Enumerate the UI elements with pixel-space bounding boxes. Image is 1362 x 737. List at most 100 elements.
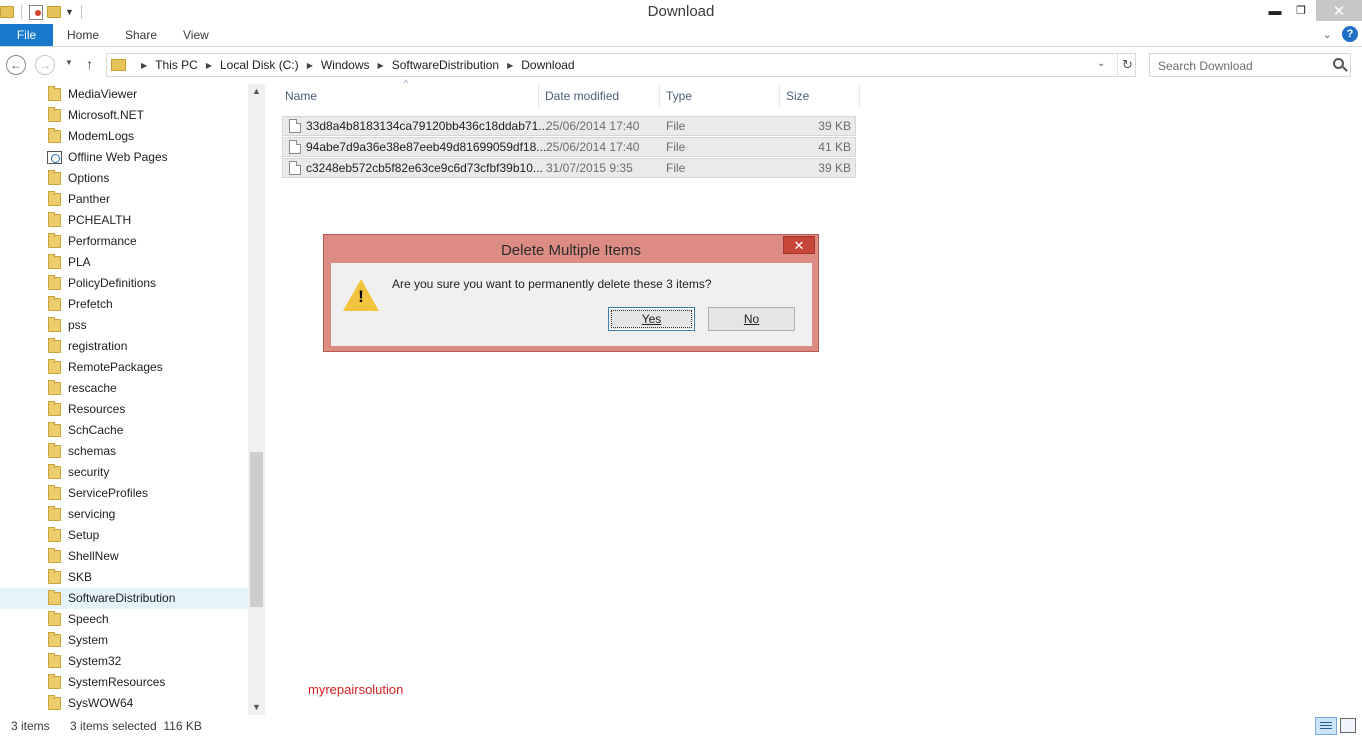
scrollbar-thumb[interactable] xyxy=(250,452,263,607)
sidebar-item-label: Resources xyxy=(68,402,126,416)
sidebar-item[interactable]: RemotePackages xyxy=(0,357,248,378)
chevron-right-icon[interactable]: ▶ xyxy=(507,61,513,70)
column-header-name[interactable]: Name xyxy=(280,84,539,108)
large-icons-view-icon[interactable] xyxy=(1340,718,1356,733)
folder-icon xyxy=(48,191,61,206)
sidebar-item[interactable]: SchCache xyxy=(0,420,248,441)
expand-ribbon-icon[interactable]: ⌄ xyxy=(1323,28,1332,41)
back-button[interactable]: ← xyxy=(6,55,26,75)
chevron-right-icon[interactable]: ▶ xyxy=(307,61,313,70)
sidebar-item[interactable]: Speech xyxy=(0,609,248,630)
sidebar-item[interactable]: ShellNew xyxy=(0,546,248,567)
sidebar-item[interactable]: PLA xyxy=(0,252,248,273)
sidebar-item-label: servicing xyxy=(68,507,116,521)
sidebar-item[interactable]: registration xyxy=(0,336,248,357)
sidebar-item[interactable]: Options xyxy=(0,168,248,189)
sidebar-item[interactable]: SKB xyxy=(0,567,248,588)
nav-scrollbar[interactable]: ▲ ▼ xyxy=(248,84,265,715)
chevron-down-icon[interactable]: ⌄ xyxy=(1097,58,1105,69)
sidebar-item[interactable]: Prefetch xyxy=(0,294,248,315)
close-window-button[interactable]: ✕ xyxy=(1316,0,1362,21)
sidebar-item[interactable]: Resources xyxy=(0,399,248,420)
table-row[interactable]: 33d8a4b8183134ca79120bb436c18ddab71... 2… xyxy=(282,116,856,136)
dialog-title: Delete Multiple Items xyxy=(500,242,642,259)
crumb-local-disk[interactable]: Local Disk (C:) xyxy=(220,58,299,72)
sidebar-item[interactable]: Offline Web Pages xyxy=(0,147,248,168)
sidebar-item[interactable]: SysWOW64 xyxy=(0,693,248,714)
sidebar-item[interactable]: SoftwareDistribution xyxy=(0,588,248,609)
scroll-down-icon[interactable]: ▼ xyxy=(252,702,261,712)
dialog-close-button[interactable]: ✕ xyxy=(783,236,815,254)
recent-locations-icon[interactable]: ▼ xyxy=(65,58,73,67)
tab-share[interactable]: Share xyxy=(125,24,157,46)
search-placeholder: Search Download xyxy=(1158,59,1253,73)
sidebar-item[interactable]: ServiceProfiles xyxy=(0,483,248,504)
folder-icon xyxy=(48,443,61,458)
address-bar[interactable]: ▶ This PC ▶ Local Disk (C:) ▶ Windows ▶ … xyxy=(106,53,1136,77)
sidebar-item[interactable]: System32 xyxy=(0,651,248,672)
title-bar: ▼ Download ▬ ❐ ✕ xyxy=(0,0,1362,24)
table-row[interactable]: 94abe7d9a36e38e87eeb49d81699059df18... 2… xyxy=(282,137,856,157)
sidebar-item[interactable]: rescache xyxy=(0,378,248,399)
sidebar-item[interactable]: Setup xyxy=(0,525,248,546)
sidebar-item-label: rescache xyxy=(68,381,117,395)
column-header-type[interactable]: Type xyxy=(661,84,780,108)
chevron-right-icon[interactable]: ▶ xyxy=(206,61,212,70)
tab-home[interactable]: Home xyxy=(67,24,99,46)
sidebar-item-label: MediaViewer xyxy=(68,87,138,101)
sidebar-item-label: Microsoft.NET xyxy=(68,108,145,122)
sidebar-item[interactable]: PolicyDefinitions xyxy=(0,273,248,294)
table-row[interactable]: c3248eb572cb5f82e63ce9c6d73cfbf39b10... … xyxy=(282,158,856,178)
column-header-size[interactable]: Size xyxy=(781,84,860,108)
file-date: 31/07/2015 9:35 xyxy=(546,161,633,175)
sidebar-item[interactable]: Performance xyxy=(0,231,248,252)
file-size: 39 KB xyxy=(818,161,851,175)
forward-button[interactable]: → xyxy=(35,55,55,75)
scroll-up-icon[interactable]: ▲ xyxy=(252,86,261,96)
sidebar-item[interactable]: security xyxy=(0,462,248,483)
folder-icon xyxy=(48,548,61,563)
folder-icon xyxy=(48,128,61,143)
crumb-windows[interactable]: Windows xyxy=(321,58,370,72)
search-icon[interactable] xyxy=(1333,58,1344,69)
sidebar-item[interactable]: ModemLogs xyxy=(0,126,248,147)
chevron-right-icon[interactable]: ▶ xyxy=(378,61,384,70)
restore-button[interactable]: ❐ xyxy=(1290,0,1312,21)
crumb-this-pc[interactable]: This PC xyxy=(155,58,198,72)
no-button[interactable]: No xyxy=(708,307,795,331)
folder-icon xyxy=(48,653,61,668)
sidebar-item-label: ModemLogs xyxy=(68,129,135,143)
crumb-download[interactable]: Download xyxy=(521,58,574,72)
folder-icon xyxy=(48,338,61,353)
sidebar-item[interactable]: SystemResources xyxy=(0,672,248,693)
sidebar-item[interactable]: MediaViewer xyxy=(0,84,248,105)
details-view-icon[interactable] xyxy=(1315,717,1337,735)
sidebar-item[interactable]: Panther xyxy=(0,189,248,210)
refresh-icon[interactable]: ↻ xyxy=(1117,54,1137,76)
sidebar-item[interactable]: servicing xyxy=(0,504,248,525)
yes-button[interactable]: Yes xyxy=(608,307,695,331)
folder-icon xyxy=(48,674,61,689)
watermark-text: myrepairsolution xyxy=(308,682,404,697)
sidebar-item[interactable]: pss xyxy=(0,315,248,336)
sidebar-item-label: Offline Web Pages xyxy=(68,150,168,164)
address-row: ← → ▼ ↑ ▶ This PC ▶ Local Disk (C:) ▶ Wi… xyxy=(0,51,1362,79)
sidebar-item[interactable]: schemas xyxy=(0,441,248,462)
help-icon[interactable]: ? xyxy=(1342,26,1358,42)
sidebar-item[interactable]: Microsoft.NET xyxy=(0,105,248,126)
search-input[interactable]: Search Download xyxy=(1149,53,1351,77)
sidebar-item-label: Prefetch xyxy=(68,297,113,311)
crumb-software-distribution[interactable]: SoftwareDistribution xyxy=(392,58,499,72)
chevron-right-icon[interactable]: ▶ xyxy=(141,61,147,70)
folder-icon xyxy=(48,275,61,290)
sidebar-item-label: SchCache xyxy=(68,423,124,437)
tab-file[interactable]: File xyxy=(0,24,53,46)
delete-dialog: Delete Multiple Items ✕ ! Are you sure y… xyxy=(323,234,819,352)
item-count: 3 items xyxy=(11,719,50,733)
sidebar-item[interactable]: PCHEALTH xyxy=(0,210,248,231)
minimize-button[interactable]: ▬ xyxy=(1264,0,1286,21)
column-header-date[interactable]: Date modified xyxy=(540,84,660,108)
up-button[interactable]: ↑ xyxy=(86,56,93,72)
sidebar-item[interactable]: System xyxy=(0,630,248,651)
tab-view[interactable]: View xyxy=(183,24,209,46)
